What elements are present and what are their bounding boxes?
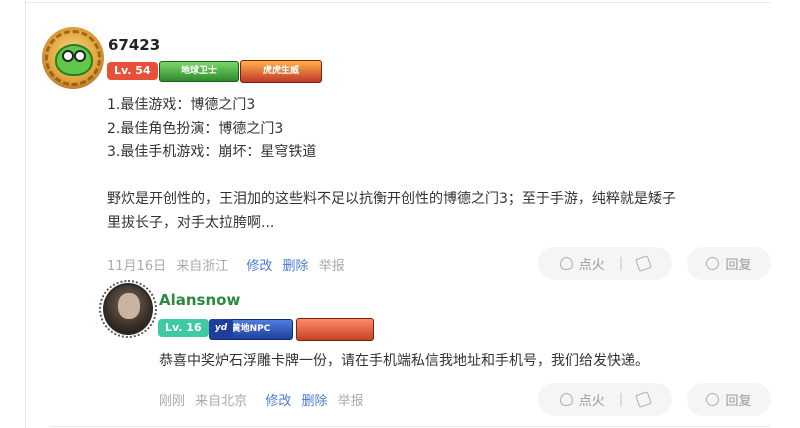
reply-location: 来自北京	[195, 394, 248, 409]
reply-like-fire-button[interactable]: 点火 |	[538, 383, 672, 416]
post-meta: 11月16日 来自浙江 修改 删除 举报	[107, 255, 351, 274]
post-paragraph-line-2: 里拔长子，对手太拉胯啊...	[107, 214, 275, 231]
reply-meta: 刚刚 来自北京 修改 删除 举报	[159, 390, 370, 409]
username[interactable]: 67423	[108, 36, 160, 54]
frog-avatar-image	[55, 44, 93, 76]
button-separator: |	[618, 392, 624, 407]
post-date: 11月16日	[107, 259, 167, 274]
reply-bubble-icon	[706, 257, 720, 270]
post-paragraph-line-1: 野炊是开创性的，王泪加的这些料不足以抗衡开创性的博德之门3；至于手游，纯粹就是矮…	[107, 191, 676, 207]
post-line-3: 3.最佳手机游戏：崩坏：星穹铁道	[107, 144, 317, 160]
delete-link[interactable]: 删除	[283, 259, 309, 274]
reply-like-label: 点火	[578, 394, 605, 409]
thread-bottom-divider	[50, 426, 770, 427]
reply-edit-link[interactable]: 修改	[265, 394, 291, 409]
post-content: 1.最佳游戏：博德之门3 2.最佳角色扮演：博德之门3 3.最佳手机游戏：崩坏：…	[107, 94, 762, 235]
medal-yd-logo: yd	[209, 319, 233, 338]
fire-icon	[559, 257, 573, 270]
medal-tiger[interactable]: 虎虎生威	[240, 60, 322, 83]
reply-label: 回复	[725, 258, 752, 273]
thumb-up-icon[interactable]	[635, 391, 653, 408]
reply-time: 刚刚	[159, 394, 186, 409]
reply-level-badge: Lv. 16	[158, 319, 209, 337]
reply-button[interactable]: 回复	[687, 247, 771, 280]
edit-link[interactable]: 修改	[246, 259, 272, 274]
medal-earth-guardian[interactable]: 地球卫士	[159, 61, 239, 82]
medal-red-banner[interactable]	[296, 318, 374, 341]
reply-reply-label: 回复	[725, 394, 752, 409]
reply-content: 恭喜中奖炉石浮雕卡牌一份，请在手机端私信我地址和手机号，我们给发快递。	[159, 353, 649, 369]
level-badge: Lv. 54	[107, 62, 158, 80]
thumb-up-icon[interactable]	[635, 255, 653, 272]
reply-avatar[interactable]	[103, 283, 153, 335]
post-location: 来自浙江	[176, 259, 229, 274]
reply-bubble-icon	[706, 393, 720, 406]
like-label: 点火	[578, 258, 605, 273]
thread-left-border	[25, 0, 26, 428]
reply-username[interactable]: Alansnow	[159, 291, 240, 309]
avatar[interactable]	[42, 27, 104, 89]
fire-icon	[559, 393, 573, 406]
like-fire-button[interactable]: 点火 |	[538, 247, 672, 280]
reply-delete-link[interactable]: 删除	[301, 394, 327, 409]
reply-reply-button[interactable]: 回复	[687, 383, 771, 416]
thread-top-divider	[25, 2, 770, 3]
button-separator: |	[618, 256, 624, 271]
reply-report-link[interactable]: 举报	[338, 394, 364, 409]
post-line-2: 2.最佳角色扮演：博德之门3	[107, 120, 284, 137]
report-link[interactable]: 举报	[319, 259, 345, 274]
post-line-1: 1.最佳游戏：博德之门3	[107, 97, 256, 113]
